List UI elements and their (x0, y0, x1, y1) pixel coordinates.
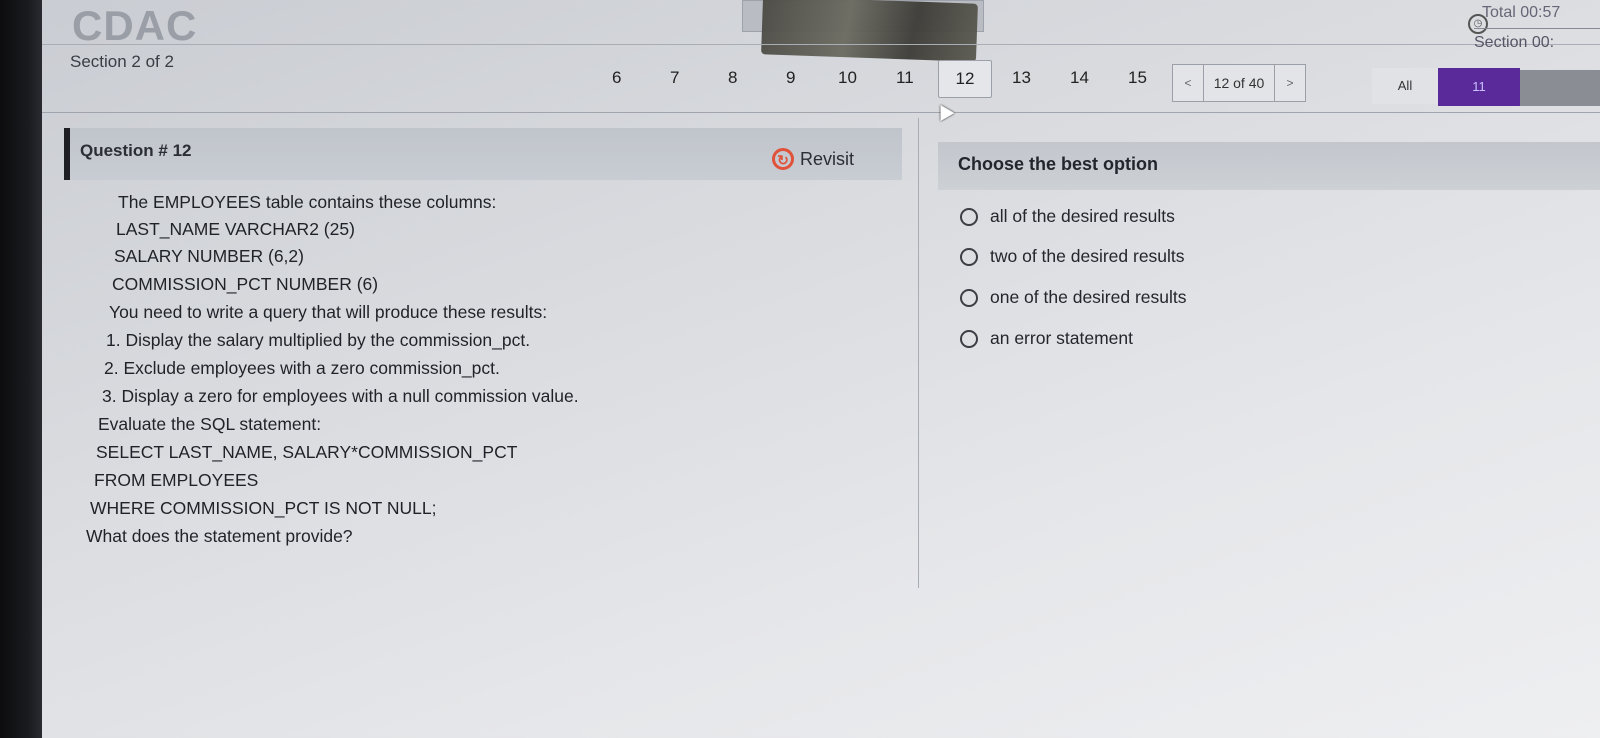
filter-all-button[interactable]: All (1372, 68, 1438, 104)
question-pager: < 12 of 40 > (1172, 64, 1306, 102)
next-question-button[interactable]: > (1275, 76, 1305, 90)
options-title: Choose the best option (958, 154, 1158, 174)
mouse-cursor-icon (933, 100, 955, 122)
radio-button[interactable] (960, 207, 978, 226)
question-line: FROM EMPLOYEES (94, 470, 259, 490)
filter-tab[interactable] (1520, 70, 1600, 106)
screen-bezel (0, 0, 42, 738)
total-timer: Total 00:57 (1482, 4, 1561, 21)
radio-button[interactable] (960, 329, 978, 348)
question-title: Question # 12 (80, 141, 192, 160)
option-c[interactable]: one of the desired results (960, 287, 1187, 308)
question-line: LAST_NAME VARCHAR2 (25) (116, 219, 355, 239)
question-line: WHERE COMMISSION_PCT IS NOT NULL; (90, 498, 437, 518)
revisit-icon: ↻ (772, 148, 794, 170)
answered-count-button[interactable]: 11 (1438, 68, 1520, 106)
option-label: an error statement (990, 328, 1133, 348)
question-number-15[interactable]: 15 (1128, 68, 1147, 88)
option-label: two of the desired results (990, 246, 1185, 266)
option-b[interactable]: two of the desired results (960, 246, 1185, 267)
timer-divider (1474, 28, 1600, 29)
question-number-13[interactable]: 13 (1012, 68, 1031, 88)
question-number-10[interactable]: 10 (838, 68, 857, 88)
question-number-6[interactable]: 6 (612, 68, 621, 88)
option-label: all of the desired results (990, 206, 1175, 226)
question-line: SELECT LAST_NAME, SALARY*COMMISSION_PCT (96, 442, 518, 462)
question-number-8[interactable]: 8 (728, 68, 737, 88)
question-line: What does the statement provide? (86, 526, 353, 546)
panel-divider (918, 118, 919, 588)
question-line: Evaluate the SQL statement: (98, 414, 322, 434)
question-line: 3. Display a zero for employees with a n… (102, 386, 579, 406)
exam-screen: CDAC Section 2 of 2 ◷ Total 00:57 Sectio… (42, 0, 1600, 738)
option-a[interactable]: all of the desired results (960, 206, 1175, 227)
question-line: 2. Exclude employees with a zero commiss… (104, 358, 500, 378)
revisit-button[interactable]: ↻ Revisit (772, 148, 854, 170)
question-line: 1. Display the salary multiplied by the … (106, 330, 531, 350)
question-line: The EMPLOYEES table contains these colum… (118, 192, 497, 212)
question-number-12-current[interactable]: 12 (938, 60, 992, 98)
prev-question-button[interactable]: < (1173, 76, 1203, 90)
question-line: You need to write a query that will prod… (109, 302, 548, 322)
option-d[interactable]: an error statement (960, 328, 1133, 349)
section-timer: Section 00: (1474, 34, 1555, 51)
radio-button[interactable] (960, 288, 978, 307)
option-label: one of the desired results (990, 287, 1187, 307)
question-line: COMMISSION_PCT NUMBER (6) (112, 274, 379, 294)
radio-button[interactable] (960, 247, 978, 266)
revisit-label: Revisit (800, 148, 855, 169)
question-line: SALARY NUMBER (6,2) (114, 246, 304, 266)
question-number-7[interactable]: 7 (670, 68, 679, 88)
nav-divider (42, 112, 1600, 113)
question-number-11[interactable]: 11 (896, 68, 914, 88)
header-divider (42, 44, 1600, 45)
section-indicator: Section 2 of 2 (70, 52, 174, 71)
app-logo: CDAC (72, 2, 198, 49)
question-number-9[interactable]: 9 (786, 68, 795, 88)
pager-position: 12 of 40 (1203, 65, 1275, 101)
question-number-14[interactable]: 14 (1070, 68, 1089, 88)
tape-occlusion (761, 0, 978, 62)
